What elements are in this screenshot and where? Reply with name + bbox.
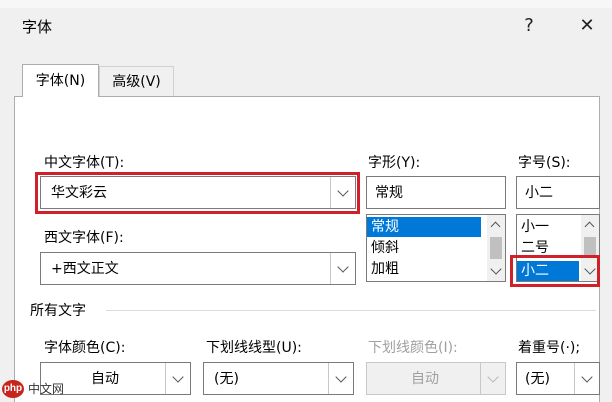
chinese-font-label: 中文字体(T): <box>44 155 125 171</box>
underline-style-combobox[interactable]: (无) <box>203 362 354 395</box>
scroll-up-button[interactable] <box>581 215 599 235</box>
list-item[interactable]: 倾斜 <box>367 238 481 258</box>
chevron-up-icon <box>490 221 501 232</box>
western-font-value: +西文正文 <box>51 261 119 277</box>
font-color-dropdown-button[interactable] <box>165 363 190 394</box>
chevron-down-icon <box>172 370 184 383</box>
font-style-input[interactable]: 常规 <box>366 176 506 209</box>
chinese-font-highlight-box <box>35 172 360 214</box>
dialog-title: 字体 <box>22 18 53 36</box>
tab-font[interactable]: 字体(N) <box>22 64 99 97</box>
underline-style-label: 下划线线型(U): <box>206 340 302 356</box>
font-style-list[interactable]: 常规 倾斜 加粗 <box>366 214 506 282</box>
underline-color-combobox: 自动 <box>366 362 506 395</box>
list-item[interactable]: 加粗 <box>367 259 481 279</box>
list-item[interactable]: 小一 <box>517 217 579 237</box>
underline-color-label: 下划线颜色(I): <box>368 340 458 356</box>
chevron-down-icon <box>487 370 499 383</box>
underline-color-value: 自动 <box>411 371 439 387</box>
list-item[interactable]: 常规 <box>367 217 481 237</box>
underline-style-value: (无) <box>214 371 239 387</box>
tab-advanced[interactable]: 高级(V) <box>99 66 174 96</box>
scroll-down-button[interactable] <box>487 261 505 281</box>
title-strip <box>0 0 612 8</box>
chevron-up-icon <box>584 221 595 232</box>
underline-style-dropdown-button[interactable] <box>328 363 353 394</box>
font-size-input[interactable]: 小二 <box>516 176 600 209</box>
font-size-highlight-box <box>510 255 600 287</box>
font-style-scrollbar[interactable] <box>487 215 505 281</box>
watermark-logo: php 中文网 <box>0 378 90 402</box>
close-icon: ✕ <box>579 15 595 36</box>
scroll-thumb[interactable] <box>584 237 596 257</box>
scroll-thumb[interactable] <box>490 237 502 259</box>
font-size-label: 字号(S): <box>518 155 571 171</box>
font-size-input-value: 小二 <box>525 185 553 201</box>
emphasis-mark-label: 着重号(·); <box>518 340 581 356</box>
scroll-up-button[interactable] <box>487 215 505 235</box>
help-button[interactable]: ? <box>514 12 544 40</box>
font-style-label: 字形(Y): <box>368 155 421 171</box>
chevron-down-icon <box>337 260 349 273</box>
emphasis-mark-dropdown-button[interactable] <box>574 363 599 394</box>
all-text-section-label: 所有文字 <box>30 303 86 319</box>
help-icon: ? <box>524 15 534 36</box>
chevron-down-icon <box>581 370 593 383</box>
font-color-label: 字体颜色(C): <box>44 340 126 356</box>
chevron-down-icon <box>335 370 347 383</box>
font-style-input-value: 常规 <box>375 185 403 201</box>
watermark-text: 中文网 <box>28 382 65 396</box>
underline-color-dropdown-button <box>480 363 505 394</box>
php-logo-icon: php <box>2 380 24 398</box>
chevron-down-icon <box>490 263 502 275</box>
western-font-dropdown-button[interactable] <box>330 253 355 284</box>
western-font-label: 西文字体(F): <box>44 230 124 246</box>
close-button[interactable]: ✕ <box>572 12 602 40</box>
emphasis-mark-combobox[interactable]: (无) <box>516 362 600 395</box>
font-color-value: 自动 <box>91 371 119 387</box>
western-font-combobox[interactable]: +西文正文 <box>40 252 356 285</box>
section-divider <box>106 310 596 311</box>
emphasis-mark-value: (无) <box>525 371 550 387</box>
